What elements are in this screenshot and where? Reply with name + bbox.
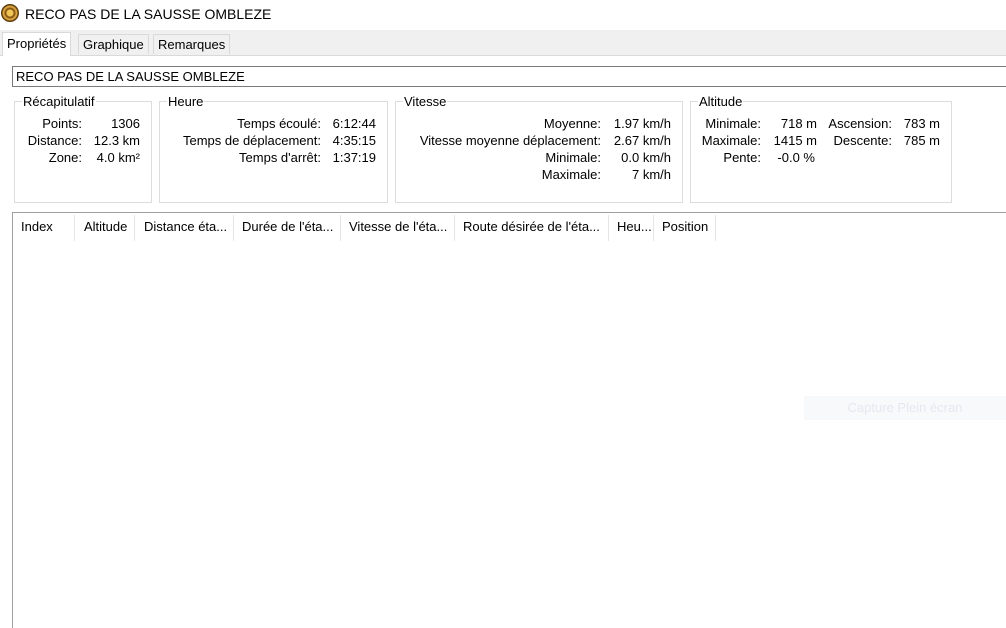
elapsed-time-label: Temps écoulé: [237, 116, 321, 131]
descent-value: 785 m [903, 133, 940, 148]
recap-group: Récapitulatif Points: 1306 Distance: 12.… [14, 95, 152, 203]
avg-speed-value: 1.97 km/h [613, 116, 671, 131]
ascent-value: 783 m [903, 116, 940, 131]
zone-label: Zone: [48, 150, 82, 165]
max-altitude-label: Maximale: [701, 133, 761, 148]
min-speed-value: 0.0 km/h [621, 150, 671, 165]
heure-group-title: Heure [167, 94, 205, 109]
distance-value: 12.3 km [93, 133, 140, 148]
column-header-speed[interactable]: Vitesse de l'éta... [341, 215, 455, 241]
column-header-time[interactable]: Heu... [609, 215, 654, 241]
column-header-duration[interactable]: Durée de l'éta... [234, 215, 341, 241]
recap-group-title: Récapitulatif [22, 94, 96, 109]
moving-avg-speed-value: 2.67 km/h [613, 133, 671, 148]
slope-label: Pente: [723, 150, 761, 165]
elapsed-time-value: 6:12:44 [332, 116, 376, 131]
tab-remarques[interactable]: Remarques [153, 34, 231, 54]
moving-time-value: 4:35:15 [332, 133, 376, 148]
points-label: Points: [42, 116, 82, 131]
column-header-distance[interactable]: Distance éta... [136, 215, 234, 241]
max-speed-value: 7 km/h [631, 167, 671, 182]
altitude-group: Altitude Minimale: 718 m Ascension: 783 … [690, 95, 952, 203]
altitude-group-title: Altitude [698, 94, 744, 109]
track-name-input[interactable]: RECO PAS DE LA SAUSSE OMBLEZE [12, 66, 1006, 87]
column-header-index[interactable]: Index [13, 215, 75, 241]
min-speed-label: Minimale: [545, 150, 601, 165]
descent-label: Descente: [833, 133, 892, 148]
zone-value: 4.0 km² [96, 150, 140, 165]
slope-value: -0.0 % [777, 150, 815, 165]
points-value: 1306 [111, 116, 140, 131]
min-altitude-value: 718 m [780, 116, 817, 131]
stopped-time-label: Temps d'arrêt: [239, 150, 321, 165]
tab-proprietes[interactable]: Propriétés [2, 32, 72, 56]
moving-time-label: Temps de déplacement: [182, 133, 321, 148]
fullscreen-capture-overlay: Capture Plein écran [804, 396, 1006, 420]
avg-speed-label: Moyenne: [543, 116, 601, 131]
track-points-table[interactable]: Index Altitude Distance éta... Durée de … [12, 212, 1006, 628]
heure-group: Heure Temps écoulé: 6:12:44 Temps de dép… [159, 95, 388, 203]
stopped-time-value: 1:37:19 [332, 150, 376, 165]
max-speed-label: Maximale: [541, 167, 601, 182]
column-header-altitude[interactable]: Altitude [76, 215, 135, 241]
app-logo-icon [1, 4, 19, 22]
vitesse-group-title: Vitesse [403, 94, 448, 109]
moving-avg-speed-label: Vitesse moyenne déplacement: [419, 133, 601, 148]
title-bar: RECO PAS DE LA SAUSSE OMBLEZE [0, 0, 1006, 30]
max-altitude-value: 1415 m [773, 133, 817, 148]
ascent-label: Ascension: [828, 116, 892, 131]
vitesse-group: Vitesse Moyenne: 1.97 km/h Vitesse moyen… [395, 95, 683, 203]
tab-graphique[interactable]: Graphique [78, 34, 149, 54]
min-altitude-label: Minimale: [705, 116, 761, 131]
distance-label: Distance: [27, 133, 82, 148]
track-properties-window: RECO PAS DE LA SAUSSE OMBLEZE Propriétés… [0, 0, 1006, 628]
window-title: RECO PAS DE LA SAUSSE OMBLEZE [25, 6, 272, 22]
column-header-desired-route[interactable]: Route désirée de l'éta... [455, 215, 609, 241]
column-header-position[interactable]: Position [654, 215, 716, 241]
tab-strip: Propriétés Graphique Remarques [0, 30, 1006, 56]
